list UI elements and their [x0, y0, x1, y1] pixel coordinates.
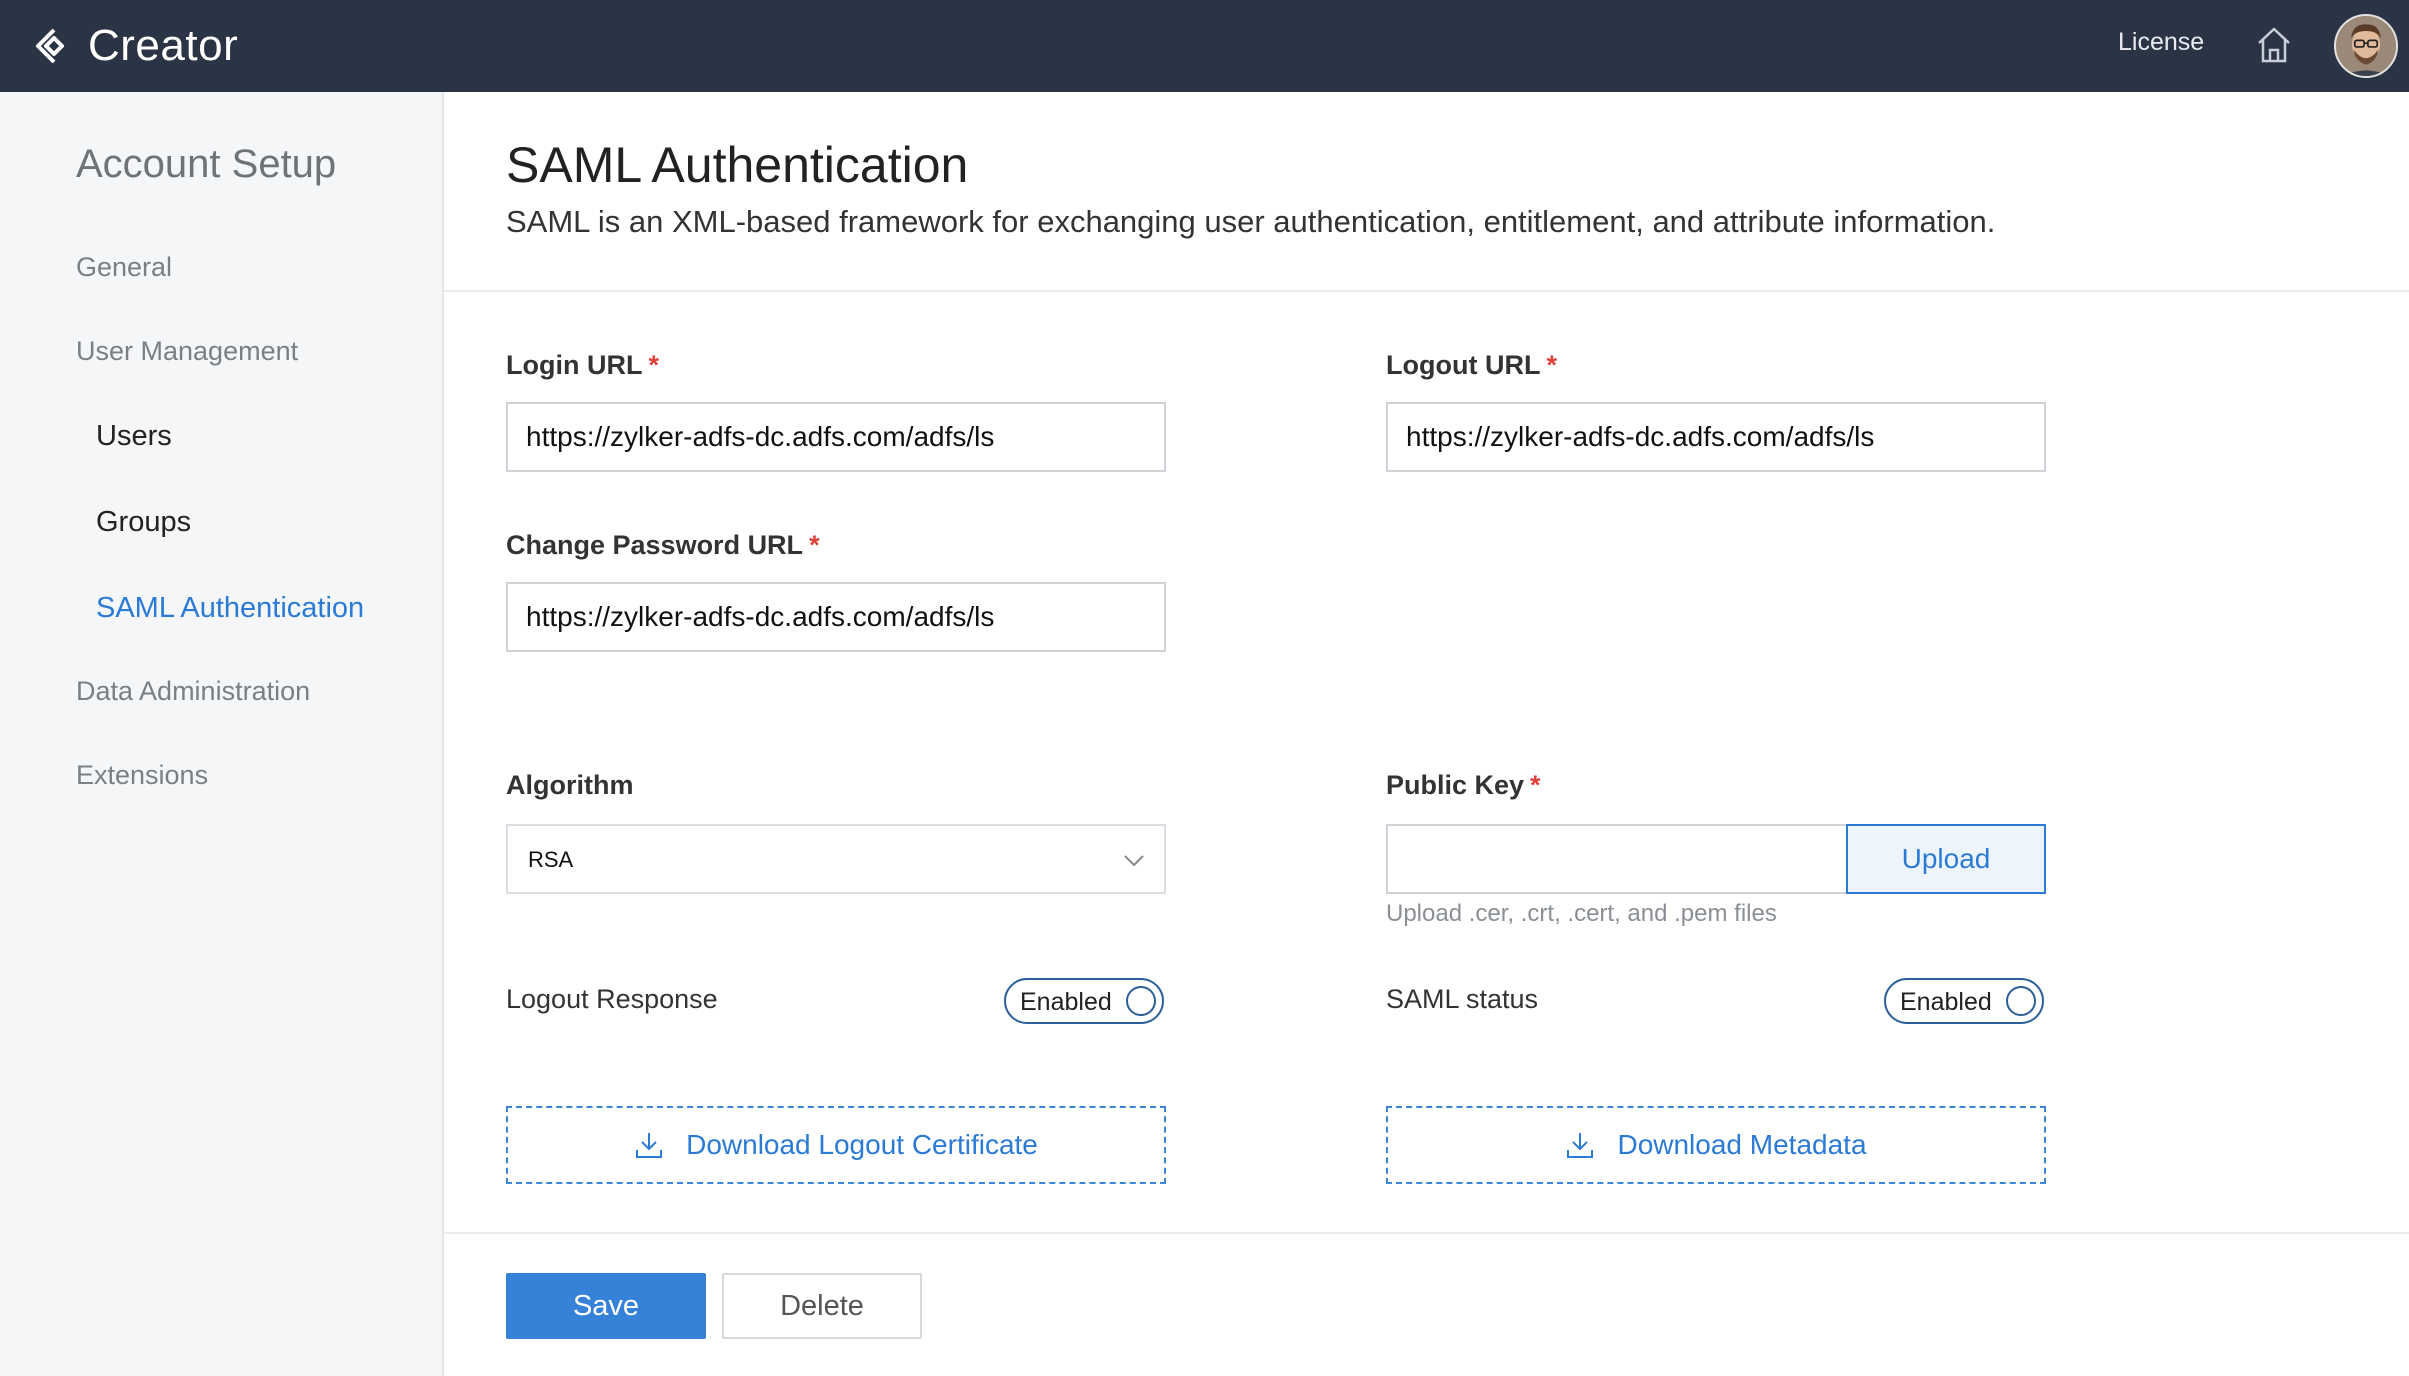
sidebar-item-saml-authentication[interactable]: SAML Authentication [96, 592, 364, 625]
download-icon [636, 1133, 663, 1158]
upload-button[interactable]: Upload [1846, 824, 2046, 894]
home-icon[interactable] [2256, 26, 2292, 64]
required-marker: * [1546, 350, 1557, 380]
sidebar: Account Setup General User Management Us… [0, 92, 444, 1376]
sidebar-item-data-administration[interactable]: Data Administration [76, 676, 310, 707]
save-button[interactable]: Save [506, 1273, 706, 1339]
saml-status-label: SAML status [1386, 984, 1539, 1014]
login-url-label: Login URL * [506, 350, 659, 380]
public-key-hint: Upload .cer, .crt, .cert, and .pem files [1386, 900, 1777, 927]
required-marker: * [648, 350, 659, 380]
algorithm-label: Algorithm [506, 770, 634, 800]
brand-name: Creator [88, 21, 239, 70]
footer-divider [444, 1232, 2409, 1234]
license-link[interactable]: License [2118, 28, 2204, 57]
change-password-url-label: Change Password URL * [506, 530, 820, 560]
download-metadata-label: Download Metadata [1617, 1129, 1867, 1160]
toggle-knob [2006, 986, 2036, 1016]
delete-button[interactable]: Delete [722, 1273, 922, 1339]
public-key-file-input[interactable] [1386, 824, 1846, 894]
login-url-input[interactable]: https://zylker-adfs-dc.adfs.com/adfs/ls [506, 402, 1166, 472]
download-metadata-button[interactable]: Download Metadata [1386, 1106, 2046, 1184]
required-marker: * [1530, 770, 1541, 800]
page-title: SAML Authentication [506, 137, 969, 193]
creator-logo-icon [36, 28, 64, 64]
sidebar-item-users[interactable]: Users [96, 420, 172, 453]
main-content: SAML Authentication SAML is an XML-based… [444, 92, 2409, 1376]
header-divider [444, 290, 2409, 292]
sidebar-item-user-management[interactable]: User Management [76, 336, 298, 367]
toggle-knob [1126, 986, 1156, 1016]
algorithm-selected-value: RSA [528, 847, 574, 872]
change-password-url-input[interactable]: https://zylker-adfs-dc.adfs.com/adfs/ls [506, 582, 1166, 652]
logout-response-label: Logout Response [506, 984, 718, 1014]
user-avatar-icon [2336, 16, 2396, 76]
sidebar-item-general[interactable]: General [76, 252, 172, 283]
download-logout-certificate-label: Download Logout Certificate [686, 1129, 1038, 1160]
chevron-down-icon [1124, 855, 1144, 867]
algorithm-select[interactable]: RSA [506, 824, 1166, 894]
top-bar: Creator License [0, 0, 2409, 92]
sidebar-item-extensions[interactable]: Extensions [76, 760, 208, 791]
page-description: SAML is an XML-based framework for excha… [506, 204, 1996, 239]
logout-url-label: Logout URL * [1386, 350, 1557, 380]
brand-logo[interactable]: Creator [34, 16, 238, 76]
download-icon [1567, 1133, 1594, 1158]
toggle-status-text: Enabled [1020, 988, 1112, 1016]
download-logout-certificate-button[interactable]: Download Logout Certificate [506, 1106, 1166, 1184]
logout-url-input[interactable]: https://zylker-adfs-dc.adfs.com/adfs/ls [1386, 402, 2046, 472]
public-key-label: Public Key * [1386, 770, 1541, 800]
sidebar-item-groups[interactable]: Groups [96, 506, 191, 539]
saml-status-toggle[interactable]: Enabled [1884, 978, 2044, 1024]
logout-response-toggle[interactable]: Enabled [1004, 978, 1164, 1024]
sidebar-title: Account Setup [76, 142, 337, 186]
toggle-status-text: Enabled [1900, 988, 1992, 1016]
user-avatar[interactable] [2334, 14, 2398, 78]
required-marker: * [809, 530, 820, 560]
